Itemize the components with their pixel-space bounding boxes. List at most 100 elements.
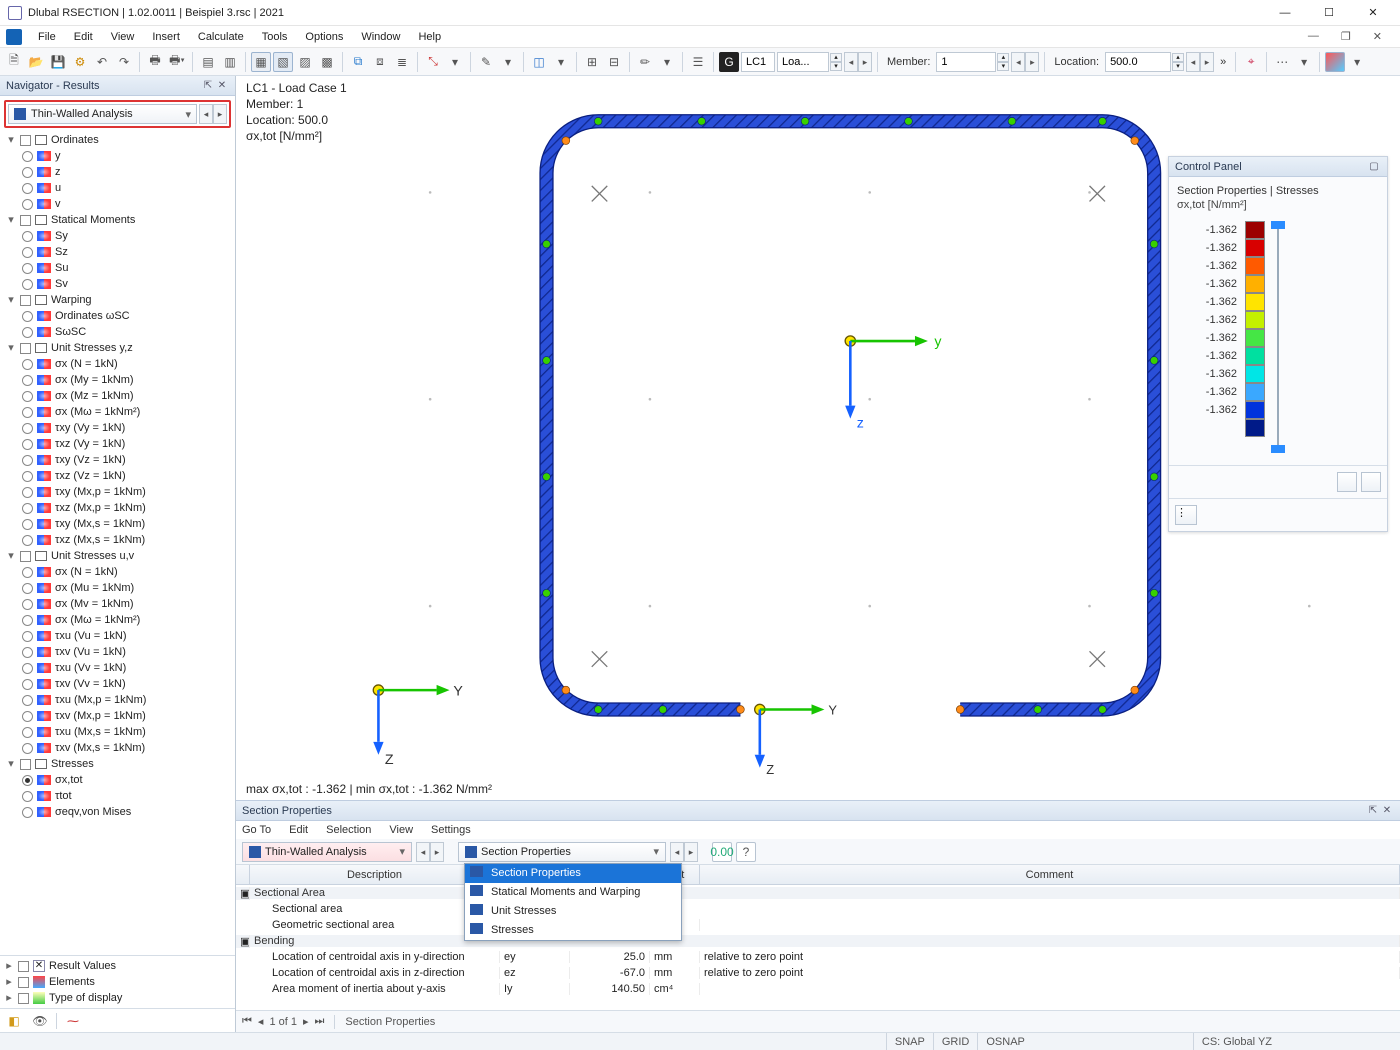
- tree-item[interactable]: σx (Mω = 1kNm²): [22, 612, 233, 628]
- axes-dd-icon[interactable]: ▾: [445, 52, 465, 72]
- pager-first-icon[interactable]: ⏮: [242, 1015, 252, 1028]
- status-snap[interactable]: SNAP: [886, 1033, 933, 1050]
- tree-item[interactable]: SωSC: [22, 324, 233, 340]
- table-row[interactable]: Area moment of inertia about y-axisIy140…: [236, 981, 1400, 997]
- grid-a-icon[interactable]: ⊞: [582, 52, 602, 72]
- tree-item[interactable]: τxv (Mx,p = 1kNm): [22, 708, 233, 724]
- tree-group[interactable]: ▾ Unit Stresses y,z: [6, 340, 233, 356]
- tree-item[interactable]: σx (Mu = 1kNm): [22, 580, 233, 596]
- settings-icon[interactable]: ⚙: [70, 52, 90, 72]
- mdi-restore-icon[interactable]: ❐: [1333, 28, 1359, 45]
- table-row[interactable]: ▣Sectional Area: [236, 885, 1400, 901]
- pencil-dd-icon[interactable]: ▾: [657, 52, 677, 72]
- tree-item[interactable]: Ordinates ωSC: [22, 308, 233, 324]
- dd-section-properties[interactable]: Section Properties: [465, 864, 681, 883]
- menu-edit[interactable]: Edit: [66, 29, 101, 45]
- tree-item[interactable]: y: [22, 148, 233, 164]
- view-trans-icon[interactable]: ▩: [317, 52, 337, 72]
- tree-item[interactable]: Sy: [22, 228, 233, 244]
- report-icon[interactable]: ▤: [198, 52, 218, 72]
- dd-statical-moments[interactable]: Statical Moments and Warping: [465, 883, 681, 902]
- palette-icon[interactable]: [1325, 52, 1345, 72]
- pager-next-icon[interactable]: ▸: [303, 1015, 309, 1028]
- navigator-close-icon[interactable]: ✕: [215, 80, 229, 91]
- section-table-combo[interactable]: Section Properties▾: [458, 842, 666, 862]
- section-menu-view[interactable]: View: [389, 824, 413, 836]
- wand-dd-icon[interactable]: ▾: [498, 52, 518, 72]
- tree-item[interactable]: τxz (Vz = 1kN): [22, 468, 233, 484]
- footer-result-values[interactable]: Result Values: [49, 958, 116, 974]
- view-solid-icon[interactable]: ▨: [295, 52, 315, 72]
- tree-item[interactable]: τxv (Mx,s = 1kNm): [22, 740, 233, 756]
- table-row[interactable]: Location of centroidal axis in y-directi…: [236, 949, 1400, 965]
- tree-item[interactable]: σeqv,von Mises: [22, 804, 233, 820]
- location-combo[interactable]: [1105, 52, 1171, 72]
- print-dropdown-icon[interactable]: 🖶▾: [167, 52, 187, 72]
- lc-prev-next[interactable]: ◂▸: [844, 52, 872, 72]
- section-grid[interactable]: ▣Sectional AreaSectional areaGeometric s…: [236, 885, 1400, 1010]
- tree-item[interactable]: τxy (Vz = 1kN): [22, 452, 233, 468]
- misc-b-icon[interactable]: ▾: [1294, 52, 1314, 72]
- menu-view[interactable]: View: [103, 29, 143, 45]
- location-prev-next[interactable]: ◂▸: [1186, 52, 1214, 72]
- nav-views-tab-icon[interactable]: 👁: [30, 1011, 50, 1031]
- menu-options[interactable]: Options: [297, 29, 351, 45]
- menu-calculate[interactable]: Calculate: [190, 29, 252, 45]
- tree-group[interactable]: ▾ Stresses: [6, 756, 233, 772]
- toolbar-overflow-icon[interactable]: »: [1216, 56, 1230, 68]
- member-prev-next[interactable]: ◂▸: [1011, 52, 1039, 72]
- tree-item[interactable]: τtot: [22, 788, 233, 804]
- tree-group[interactable]: ▾ Unit Stresses u,v: [6, 548, 233, 564]
- tree-item[interactable]: σx (N = 1kN): [22, 564, 233, 580]
- tree-item[interactable]: Sv: [22, 276, 233, 292]
- section-analysis-combo[interactable]: Thin-Walled Analysis▾: [242, 842, 412, 862]
- status-grid[interactable]: GRID: [933, 1033, 978, 1050]
- tree-item[interactable]: z: [22, 164, 233, 180]
- tree-item[interactable]: σx (My = 1kNm): [22, 372, 233, 388]
- wand-icon[interactable]: ✎: [476, 52, 496, 72]
- menu-tools[interactable]: Tools: [254, 29, 296, 45]
- tree-item[interactable]: σx (Mz = 1kNm): [22, 388, 233, 404]
- nav-results-tab-icon[interactable]: ⁓: [63, 1011, 83, 1031]
- calc-icon[interactable]: ⧉: [348, 52, 368, 72]
- tree-item[interactable]: τxz (Vy = 1kN): [22, 436, 233, 452]
- mdi-close-icon[interactable]: ✕: [1365, 28, 1390, 45]
- nav-data-tab-icon[interactable]: ◧: [4, 1011, 24, 1031]
- lc-stepper[interactable]: ▴▾: [830, 53, 842, 71]
- script-icon[interactable]: ≣: [392, 52, 412, 72]
- tree-item[interactable]: τxu (Vv = 1kN): [22, 660, 233, 676]
- menu-file[interactable]: File: [30, 29, 64, 45]
- section-pin-icon[interactable]: ⇱: [1366, 805, 1380, 816]
- navigator-header[interactable]: Navigator - Results ⇱ ✕: [0, 76, 235, 96]
- tree-item[interactable]: σx (Mω = 1kNm²): [22, 404, 233, 420]
- view-wire-icon[interactable]: ▧: [273, 52, 293, 72]
- menu-window[interactable]: Window: [353, 29, 408, 45]
- tree-item[interactable]: σx,tot: [22, 772, 233, 788]
- section-help-icon[interactable]: ?: [736, 842, 756, 862]
- tree-item[interactable]: τxu (Mx,p = 1kNm): [22, 692, 233, 708]
- lc-name-combo[interactable]: [777, 52, 829, 72]
- window-minimize-button[interactable]: —: [1266, 0, 1304, 26]
- tree-item[interactable]: τxu (Mx,s = 1kNm): [22, 724, 233, 740]
- tree-item[interactable]: τxy (Mx,s = 1kNm): [22, 516, 233, 532]
- results-tree[interactable]: ▾ Ordinates y z u v▾ Statical Moments Sy…: [0, 130, 235, 955]
- tree-group[interactable]: ▾ Ordinates: [6, 132, 233, 148]
- view-shade-icon[interactable]: ▦: [251, 52, 271, 72]
- pager-prev-icon[interactable]: ◂: [258, 1015, 264, 1028]
- misc-a-icon[interactable]: ⋯: [1272, 52, 1292, 72]
- location-stepper[interactable]: ▴▾: [1172, 53, 1184, 71]
- tree-item[interactable]: Su: [22, 260, 233, 276]
- axes-icon[interactable]: ⤡: [423, 52, 443, 72]
- redo-icon[interactable]: ↷: [114, 52, 134, 72]
- new-icon[interactable]: 🗎: [4, 52, 24, 72]
- window-maximize-button[interactable]: ☐: [1310, 0, 1348, 26]
- tree-item[interactable]: v: [22, 196, 233, 212]
- tree-item[interactable]: σx (Mv = 1kNm): [22, 596, 233, 612]
- target-icon[interactable]: ⌖: [1241, 52, 1261, 72]
- tree-group[interactable]: ▾ Statical Moments: [6, 212, 233, 228]
- cp-edit-icon[interactable]: [1361, 472, 1381, 492]
- model-viewport[interactable]: LC1 - Load Case 1 Member: 1 Location: 50…: [236, 76, 1400, 800]
- tree-item[interactable]: τxu (Vu = 1kN): [22, 628, 233, 644]
- section-properties-header[interactable]: Section Properties ⇱ ✕: [236, 801, 1400, 821]
- tree-item[interactable]: τxz (Mx,p = 1kNm): [22, 500, 233, 516]
